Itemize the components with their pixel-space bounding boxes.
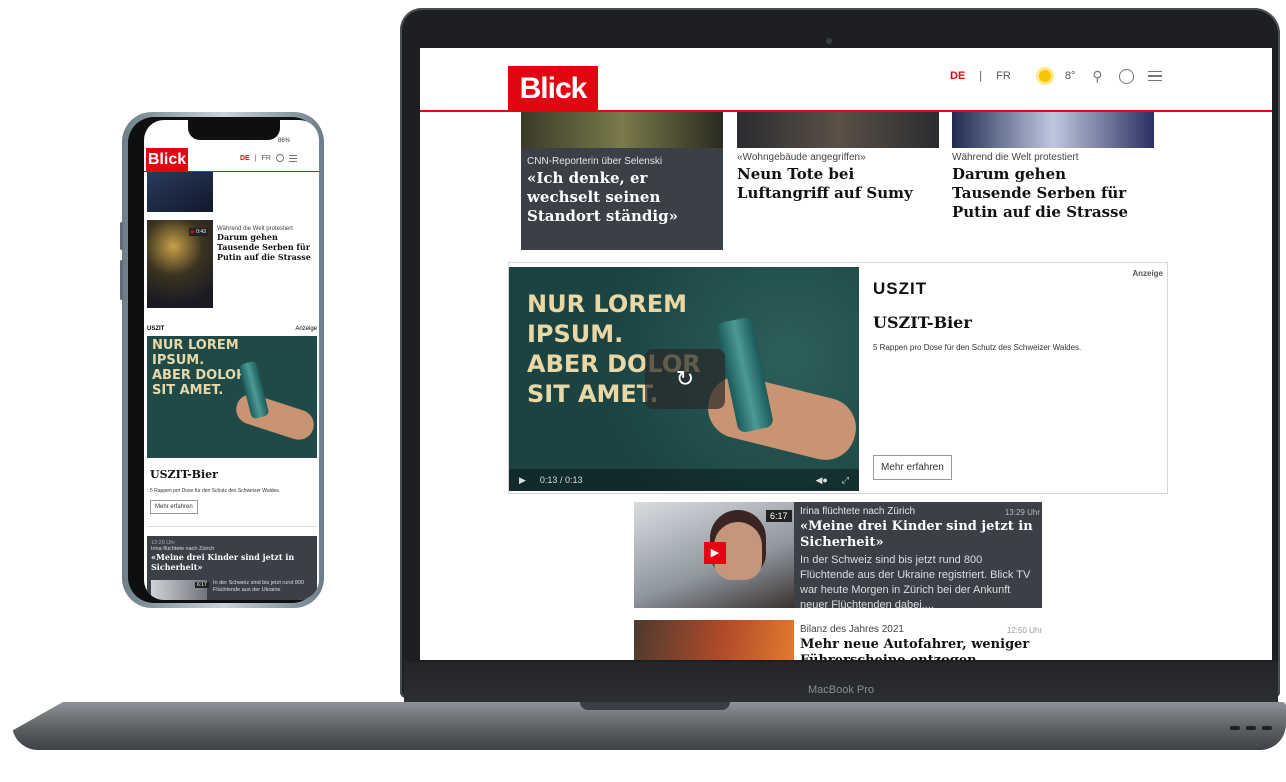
video-duration: 6:17 xyxy=(766,510,792,522)
ad-line: SIT AMET. xyxy=(152,383,224,398)
article-title[interactable]: Darum gehen Tausende Serben für Putin au… xyxy=(217,232,315,262)
article-title[interactable]: Darum gehen Tausende Serben für Putin au… xyxy=(952,165,1142,222)
ad-unit: NUR LOREM IPSUM. ABER DOLOR SIT AMET. ↻ … xyxy=(508,262,1168,494)
article-card[interactable]: Während die Welt protestiert Darum gehen… xyxy=(952,148,1142,226)
article-kicker: Während die Welt protestiert xyxy=(952,152,1079,163)
laptop-ports xyxy=(1230,726,1272,730)
video-controls: ▶ 0:13 / 0:13 ◀● ⤢ xyxy=(509,469,859,491)
article-teaser: In der Schweiz sind bis jetzt rund 800 F… xyxy=(213,580,305,593)
camera xyxy=(826,38,832,44)
article-teaser: In der Schweiz sind bis jetzt rund 800 F… xyxy=(800,554,1031,611)
battery-status: 86% xyxy=(278,138,291,144)
article-title[interactable]: Neun Tote bei Luftangriff auf Sumy xyxy=(737,165,947,203)
ad-label: Anzeige xyxy=(295,326,317,332)
article-image[interactable] xyxy=(952,108,1154,148)
ad-title[interactable]: USZIT-Bier xyxy=(150,468,218,481)
ad-brand: USZIT xyxy=(147,326,165,332)
article-title[interactable]: «Meine drei Kinder sind jetzt in Sicherh… xyxy=(151,552,313,572)
replay-icon[interactable]: ↻ xyxy=(645,349,725,409)
ad-label: Anzeige xyxy=(1132,269,1163,278)
ad-description: 5 Rappen pro Dose für den Schutz des Sch… xyxy=(873,343,1082,352)
user-icon[interactable] xyxy=(1119,68,1135,84)
article-kicker: «Wohngebäude angegriffen» xyxy=(737,152,866,163)
ad-video[interactable]: NUR LOREM IPSUM. ABER DOLOR SIT AMET. xyxy=(147,336,317,458)
lang-fr-link[interactable]: FR xyxy=(996,70,1011,82)
header-nav: DE | FR 8° ⚲ xyxy=(950,68,1163,84)
fullscreen-icon[interactable]: ⤢ xyxy=(842,475,849,486)
user-icon[interactable] xyxy=(275,154,284,162)
divider xyxy=(147,526,317,527)
ad-video[interactable]: NUR LOREM IPSUM. ABER DOLOR SIT AMET. ↻ … xyxy=(509,267,859,491)
laptop-brand-label: MacBook Pro xyxy=(807,684,875,696)
learn-more-button[interactable]: Mehr erfahren xyxy=(873,455,952,480)
learn-more-button[interactable]: Mehr erfahren xyxy=(150,500,198,514)
article-row[interactable]: 12:50 Uhr Bilanz des Jahres 2021 Mehr ne… xyxy=(634,620,1042,660)
lang-fr-link[interactable]: FR xyxy=(262,155,271,162)
blick-logo[interactable]: Blick xyxy=(508,66,598,112)
volume-icon[interactable]: ◀● xyxy=(815,475,827,486)
video-badge: ▶ 0:43 xyxy=(189,228,208,236)
article-kicker: CNN-Reporterin über Selenski xyxy=(527,156,663,167)
video-article[interactable]: 13:29 Uhr Irina flüchtete nach Zürich «M… xyxy=(147,536,317,600)
ad-line: IPSUM. xyxy=(527,320,624,348)
phone-button xyxy=(120,222,123,250)
article-image[interactable] xyxy=(634,620,794,660)
hand-image xyxy=(701,369,859,467)
ad-line: NUR LOREM xyxy=(527,290,688,318)
article-card[interactable]: CNN-Reporterin über Selenski «Ich denke,… xyxy=(521,148,723,250)
video-article-text: Irina flüchtete nach Zürich «Meine drei … xyxy=(800,506,1036,613)
article-image[interactable] xyxy=(521,108,723,148)
lang-separator: | xyxy=(979,70,983,82)
ad-line: ABER DOLOR xyxy=(152,368,247,383)
article-title[interactable]: «Ich denke, er wechselt seinen Standort … xyxy=(527,169,717,226)
video-time: 0:13 / 0:13 xyxy=(539,475,583,485)
blick-logo[interactable]: Blick xyxy=(146,148,188,172)
phone-notch xyxy=(188,120,280,140)
ad-brand: USZIT xyxy=(873,279,928,298)
article-title[interactable]: «Meine drei Kinder sind jetzt in Sicherh… xyxy=(800,519,1036,551)
ad-title[interactable]: USZIT-Bier xyxy=(873,313,972,332)
laptop-screen: Blick DE | FR 8° ⚲ CNN-Reporterin über S… xyxy=(420,48,1272,660)
article-text: Bilanz des Jahres 2021 Mehr neue Autofah… xyxy=(800,624,1038,660)
laptop-notch xyxy=(580,702,730,710)
ad-creative-text: NUR LOREM IPSUM. ABER DOLOR SIT AMET. xyxy=(152,338,246,398)
header-nav: DE | FR xyxy=(240,154,297,162)
video-duration: 6:17 xyxy=(195,582,209,588)
video-thumbnail[interactable]: ▶ 6:17 xyxy=(634,502,794,608)
article-kicker: Bilanz des Jahres 2021 xyxy=(800,624,904,635)
hand-image xyxy=(232,390,317,444)
article-text[interactable]: Während die Welt protestiert Darum gehen… xyxy=(217,226,315,262)
article-title[interactable]: Mehr neue Autofahrer, weniger Führersche… xyxy=(800,637,1038,660)
play-icon[interactable]: ▶ xyxy=(519,475,526,486)
temperature[interactable]: 8° xyxy=(1065,70,1076,82)
phone-button xyxy=(120,260,123,300)
article-image[interactable] xyxy=(737,108,939,148)
ad-description: 5 Rappen pro Dose für den Schutz des Sch… xyxy=(150,488,281,494)
ad-line: NUR LOREM xyxy=(152,338,239,353)
search-icon[interactable]: ⚲ xyxy=(1089,68,1105,84)
lang-de-link[interactable]: DE xyxy=(240,155,250,162)
lang-separator: | xyxy=(254,154,257,162)
article-image[interactable] xyxy=(147,172,213,212)
menu-icon[interactable] xyxy=(1148,70,1163,82)
phone-screen: Blick DE | FR ▶ 0:43 Während die Welt pr… xyxy=(144,120,319,600)
lang-de-link[interactable]: DE xyxy=(950,70,965,82)
menu-icon[interactable] xyxy=(288,154,297,162)
site-header: Blick DE | FR xyxy=(144,142,319,172)
laptop-chin xyxy=(404,662,1278,702)
article-kicker: Irina flüchtete nach Zürich xyxy=(800,506,916,517)
site-header: Blick DE | FR 8° ⚲ xyxy=(420,48,1272,112)
video-article[interactable]: ▶ 6:17 13:29 Uhr Irina flüchtete nach Zü… xyxy=(634,502,1042,611)
weather-sun-icon[interactable] xyxy=(1038,70,1051,82)
play-icon[interactable]: ▶ xyxy=(704,542,726,564)
article-card[interactable]: «Wohngebäude angegriffen» Neun Tote bei … xyxy=(737,148,947,207)
ad-header: USZIT Anzeige xyxy=(147,326,317,332)
ad-line: IPSUM. xyxy=(152,353,205,368)
video-time: 0:43 xyxy=(196,229,206,235)
